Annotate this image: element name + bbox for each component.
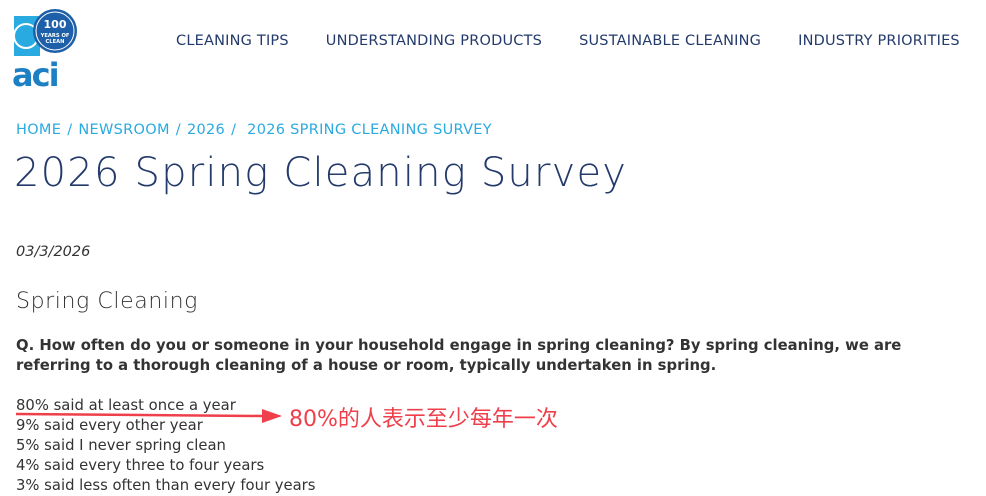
- aci-logo[interactable]: 100 YEARS OF CLEAN aci: [12, 8, 78, 94]
- breadcrumb-separator: /: [67, 122, 73, 138]
- survey-answer: 3% said less often than every four years: [16, 477, 316, 494]
- logo-wordmark: aci: [12, 56, 58, 90]
- nav-sustainable-cleaning[interactable]: SUSTAINABLE CLEANING: [579, 33, 761, 49]
- nav-cleaning-tips[interactable]: CLEANING TIPS: [176, 33, 289, 49]
- survey-question: Q. How often do you or someone in your h…: [16, 337, 902, 374]
- annotation-arrow: [15, 409, 282, 423]
- breadcrumb: HOME / NEWSROOM / 2026 / 2026 SPRING CLEANING…: [16, 122, 492, 138]
- section-heading: Spring Cleaning: [16, 289, 198, 314]
- logo-badge-text-2: CLEAN: [45, 39, 64, 45]
- nav-understanding-products[interactable]: UNDERSTANDING PRODUCTS: [326, 33, 542, 49]
- logo-badge-number: 100: [44, 18, 67, 31]
- survey-answer: 5% said I never spring clean: [16, 437, 226, 454]
- breadcrumb-year[interactable]: 2026: [187, 122, 225, 138]
- survey-answer: 4% said every three to four years: [16, 457, 265, 474]
- article-date: 03/3/2026: [16, 244, 91, 260]
- aci-logo-graphic: 100 YEARS OF CLEAN aci: [12, 9, 77, 94]
- annotation-text: 80%的人表示至少每年一次: [289, 407, 558, 432]
- breadcrumb-current: 2026 SPRING CLEANING SURVEY: [247, 122, 492, 138]
- main-nav: CLEANING TIPS UNDERSTANDING PRODUCTS SUS…: [176, 33, 960, 49]
- page-title: 2026 Spring Cleaning Survey: [14, 150, 628, 196]
- breadcrumb-newsroom[interactable]: NEWSROOM: [78, 122, 169, 138]
- breadcrumb-home[interactable]: HOME: [16, 122, 61, 138]
- nav-industry-priorities[interactable]: INDUSTRY PRIORITIES: [798, 33, 960, 49]
- breadcrumb-separator: /: [231, 122, 237, 138]
- breadcrumb-separator: /: [175, 122, 181, 138]
